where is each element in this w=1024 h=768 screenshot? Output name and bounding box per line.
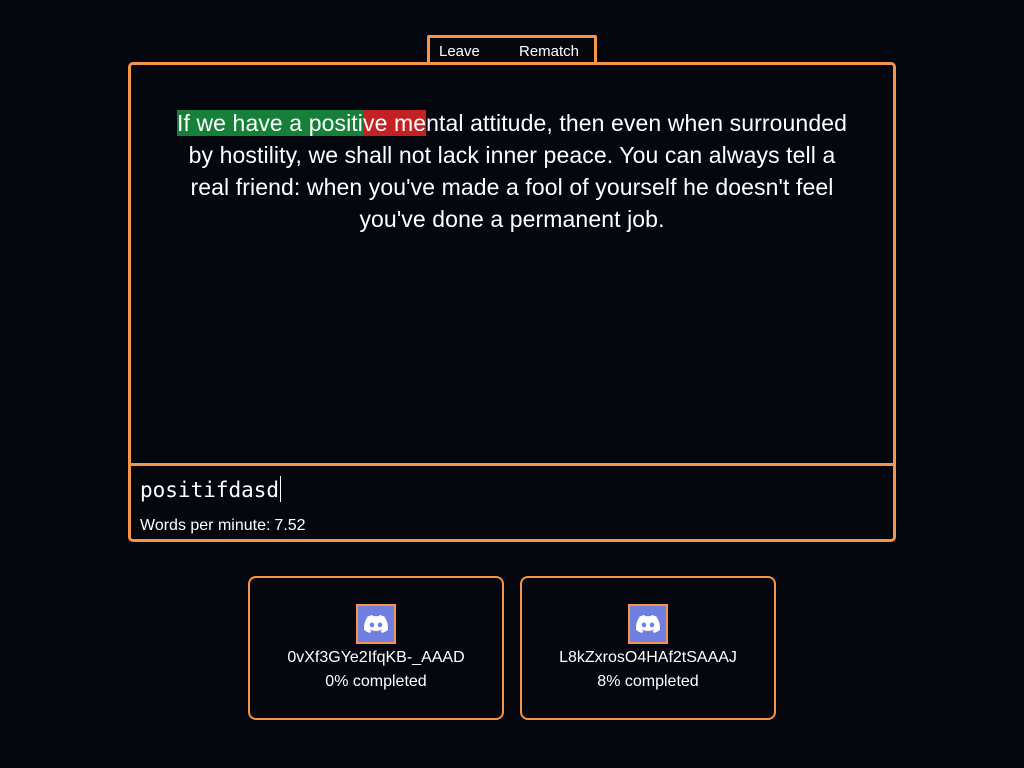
game-tabs: Leave Rematch xyxy=(427,35,597,64)
typing-input[interactable]: positifdasd xyxy=(140,476,282,502)
discord-icon xyxy=(356,604,396,644)
typing-panel: If we have a positive mental attitude, t… xyxy=(128,62,896,542)
player-name: 0vXf3GYe2IfqKB-_AAAD xyxy=(287,649,465,666)
quote-text: If we have a positive mental attitude, t… xyxy=(171,107,853,235)
player-progress: 8% completed xyxy=(597,673,699,690)
quote-incorrect-segment: ve me xyxy=(363,110,427,136)
quote-correct-segment: If we have a positi xyxy=(176,110,363,136)
rematch-button[interactable]: Rematch xyxy=(519,43,579,60)
wpm-stat: Words per minute: 7.52 xyxy=(140,517,306,535)
player-card: L8kZxrosO4HAf2tSAAAJ 8% completed xyxy=(520,576,776,720)
player-card: 0vXf3GYe2IfqKB-_AAAD 0% completed xyxy=(248,576,504,720)
quote-area: If we have a positive mental attitude, t… xyxy=(131,65,893,466)
text-caret xyxy=(280,476,282,502)
typing-input-area[interactable]: positifdasd Words per minute: 7.52 xyxy=(131,466,893,539)
wpm-value: 7.52 xyxy=(274,517,306,534)
player-name: L8kZxrosO4HAf2tSAAAJ xyxy=(559,649,737,666)
player-progress: 0% completed xyxy=(325,673,427,690)
discord-icon xyxy=(628,604,668,644)
wpm-label: Words per minute: xyxy=(140,517,271,534)
typed-text: positifdasd xyxy=(140,478,280,502)
leave-button[interactable]: Leave xyxy=(439,43,480,60)
